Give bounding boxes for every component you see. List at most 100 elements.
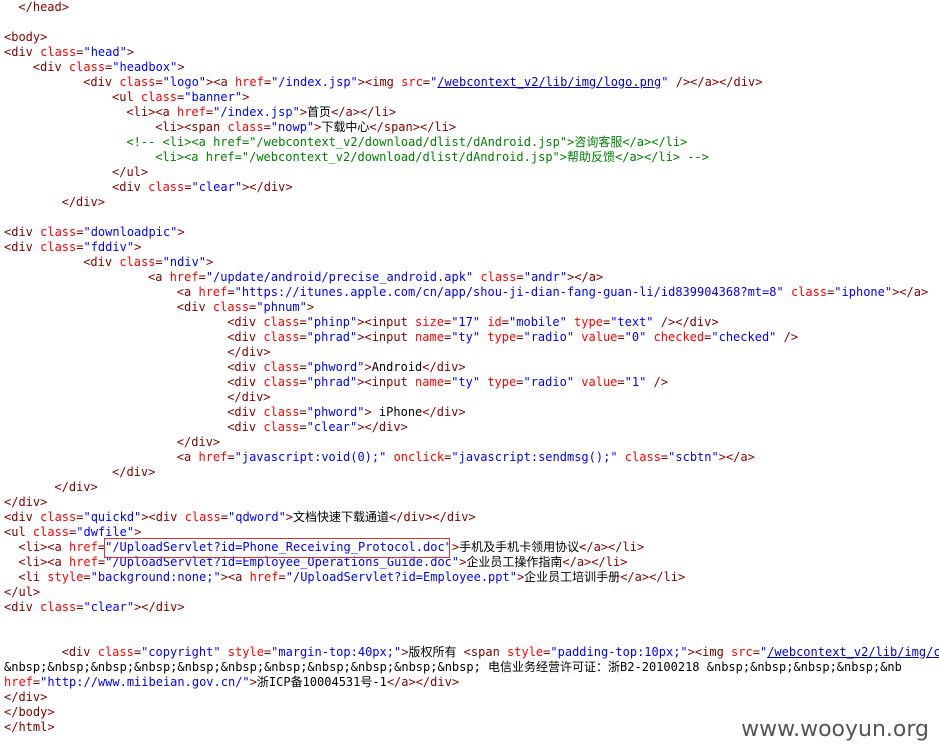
code-token: </div> <box>422 405 466 419</box>
source-line: &nbsp;&nbsp;&nbsp;&nbsp;&nbsp;&nbsp;&nbs… <box>4 660 902 675</box>
code-token: = <box>155 75 163 89</box>
code-token: 手机及手机卡领用协议 <box>459 540 580 554</box>
code-token: <div <box>83 75 120 89</box>
code-token: </div> <box>227 390 271 404</box>
code-token: "/update/android/precise_android.apk" <box>205 270 474 284</box>
code-token: <div <box>32 60 69 74</box>
code-token: <ul <box>4 525 33 539</box>
code-token: /> <box>776 330 799 344</box>
code-token: ></div> <box>357 420 408 434</box>
source-line: </div> <box>4 495 47 510</box>
code-token: "quickd" <box>83 510 142 524</box>
code-token: style <box>227 645 264 659</box>
code-token: id <box>487 315 502 329</box>
source-link[interactable]: /webcontext_v2/lib/img/logo.png <box>437 75 661 89</box>
code-token: > <box>134 525 142 539</box>
code-token: "radio" <box>523 375 575 389</box>
source-line: <div class="copyright" style="margin-top… <box>4 645 939 660</box>
source-line: <ul class="banner"> <box>4 90 249 105</box>
code-token: class <box>40 240 77 254</box>
code-token: class <box>148 180 185 194</box>
code-token: onclick <box>393 450 445 464</box>
code-token: > <box>242 90 250 104</box>
code-token: ><div <box>141 510 185 524</box>
source-line: <div class="phrad"><input name="ty" type… <box>4 330 798 345</box>
code-token: <div <box>227 405 264 419</box>
source-link[interactable]: /webcontext_v2/lib/img/c.p <box>767 645 939 659</box>
code-token: </span></li> <box>369 120 457 134</box>
code-token: <div <box>61 645 98 659</box>
code-token: > <box>177 225 185 239</box>
code-token: <li><a <box>18 555 69 569</box>
code-token: Android <box>371 360 423 374</box>
code-token: "fddiv" <box>83 240 135 254</box>
code-token: 企业员工培训手册 <box>524 570 621 584</box>
source-line: </head> <box>4 0 69 15</box>
code-token: = <box>133 645 142 659</box>
code-token: class <box>40 600 77 614</box>
code-token: "phrad" <box>306 330 358 344</box>
code-token: class <box>119 255 156 269</box>
code-token: "logo" <box>162 75 207 89</box>
code-token: type <box>487 330 517 344</box>
code-token: "/UploadServlet?id=Employee_Operations_G… <box>105 555 460 569</box>
code-token: href <box>198 450 228 464</box>
code-token: <div <box>4 600 41 614</box>
code-token: "clear" <box>191 180 243 194</box>
code-token: "17" <box>451 315 481 329</box>
code-token: class <box>263 360 300 374</box>
source-line: <body> <box>4 30 47 45</box>
code-token: <div <box>112 180 149 194</box>
code-token: class <box>227 120 264 134</box>
code-token: ><a <box>220 570 250 584</box>
source-line: <div class="clear"></div> <box>4 420 408 435</box>
code-token: <div <box>4 45 41 59</box>
code-token: 浙ICP备10004531号-1 <box>256 675 387 689</box>
code-token: <li <box>18 570 48 584</box>
code-token: &nbsp;&nbsp;&nbsp;&nbsp;&nb <box>706 660 902 674</box>
code-token: "https://itunes.apple.com/cn/app/shou-ji… <box>234 285 784 299</box>
code-token: </div></div> <box>389 510 476 524</box>
code-token: > <box>299 105 308 119</box>
code-token: ></div> <box>134 600 185 614</box>
code-token: href <box>234 75 264 89</box>
source-line: </ul> <box>4 165 148 180</box>
code-token: "/UploadServlet?id=Phone_Receiving_Proto… <box>105 540 452 554</box>
code-token: style <box>507 645 544 659</box>
code-token: <div <box>227 315 264 329</box>
code-token: "nowp" <box>270 120 315 134</box>
code-token: = <box>501 315 510 329</box>
code-token: 下载中心 <box>321 120 370 134</box>
code-token: <a <box>148 270 170 284</box>
source-line: <!-- <li><a href="/webcontext_v2/downloa… <box>4 135 687 150</box>
code-token: </html> <box>4 720 55 734</box>
code-token: > <box>364 360 372 374</box>
code-token: "/index.jsp" <box>213 105 300 119</box>
code-token: class <box>40 225 77 239</box>
code-token: = <box>617 375 625 389</box>
code-token: ><a <box>206 75 235 89</box>
code-token: <div <box>227 420 264 434</box>
code-token: "andr" <box>523 270 568 284</box>
code-token: "checked" <box>711 330 777 344</box>
code-token: = <box>198 270 206 284</box>
code-token: = <box>263 120 271 134</box>
code-token: class <box>263 375 300 389</box>
code-token: > <box>285 510 294 524</box>
code-token: <div <box>83 255 120 269</box>
code-token: "clear" <box>306 420 358 434</box>
code-token: class <box>32 525 70 539</box>
code-token: type <box>574 315 603 329</box>
code-token: src <box>731 645 753 659</box>
source-line: <div class="phrad"><input name="ty" type… <box>4 375 668 390</box>
code-token: class <box>790 285 828 299</box>
code-token: /> <box>646 375 669 389</box>
code-token: class <box>40 45 77 59</box>
source-viewer[interactable]: </head> <body> <div class="head"> <div clas… <box>0 0 939 752</box>
code-token: <div <box>176 300 213 314</box>
code-token: href <box>176 105 206 119</box>
code-token: = <box>422 75 431 89</box>
